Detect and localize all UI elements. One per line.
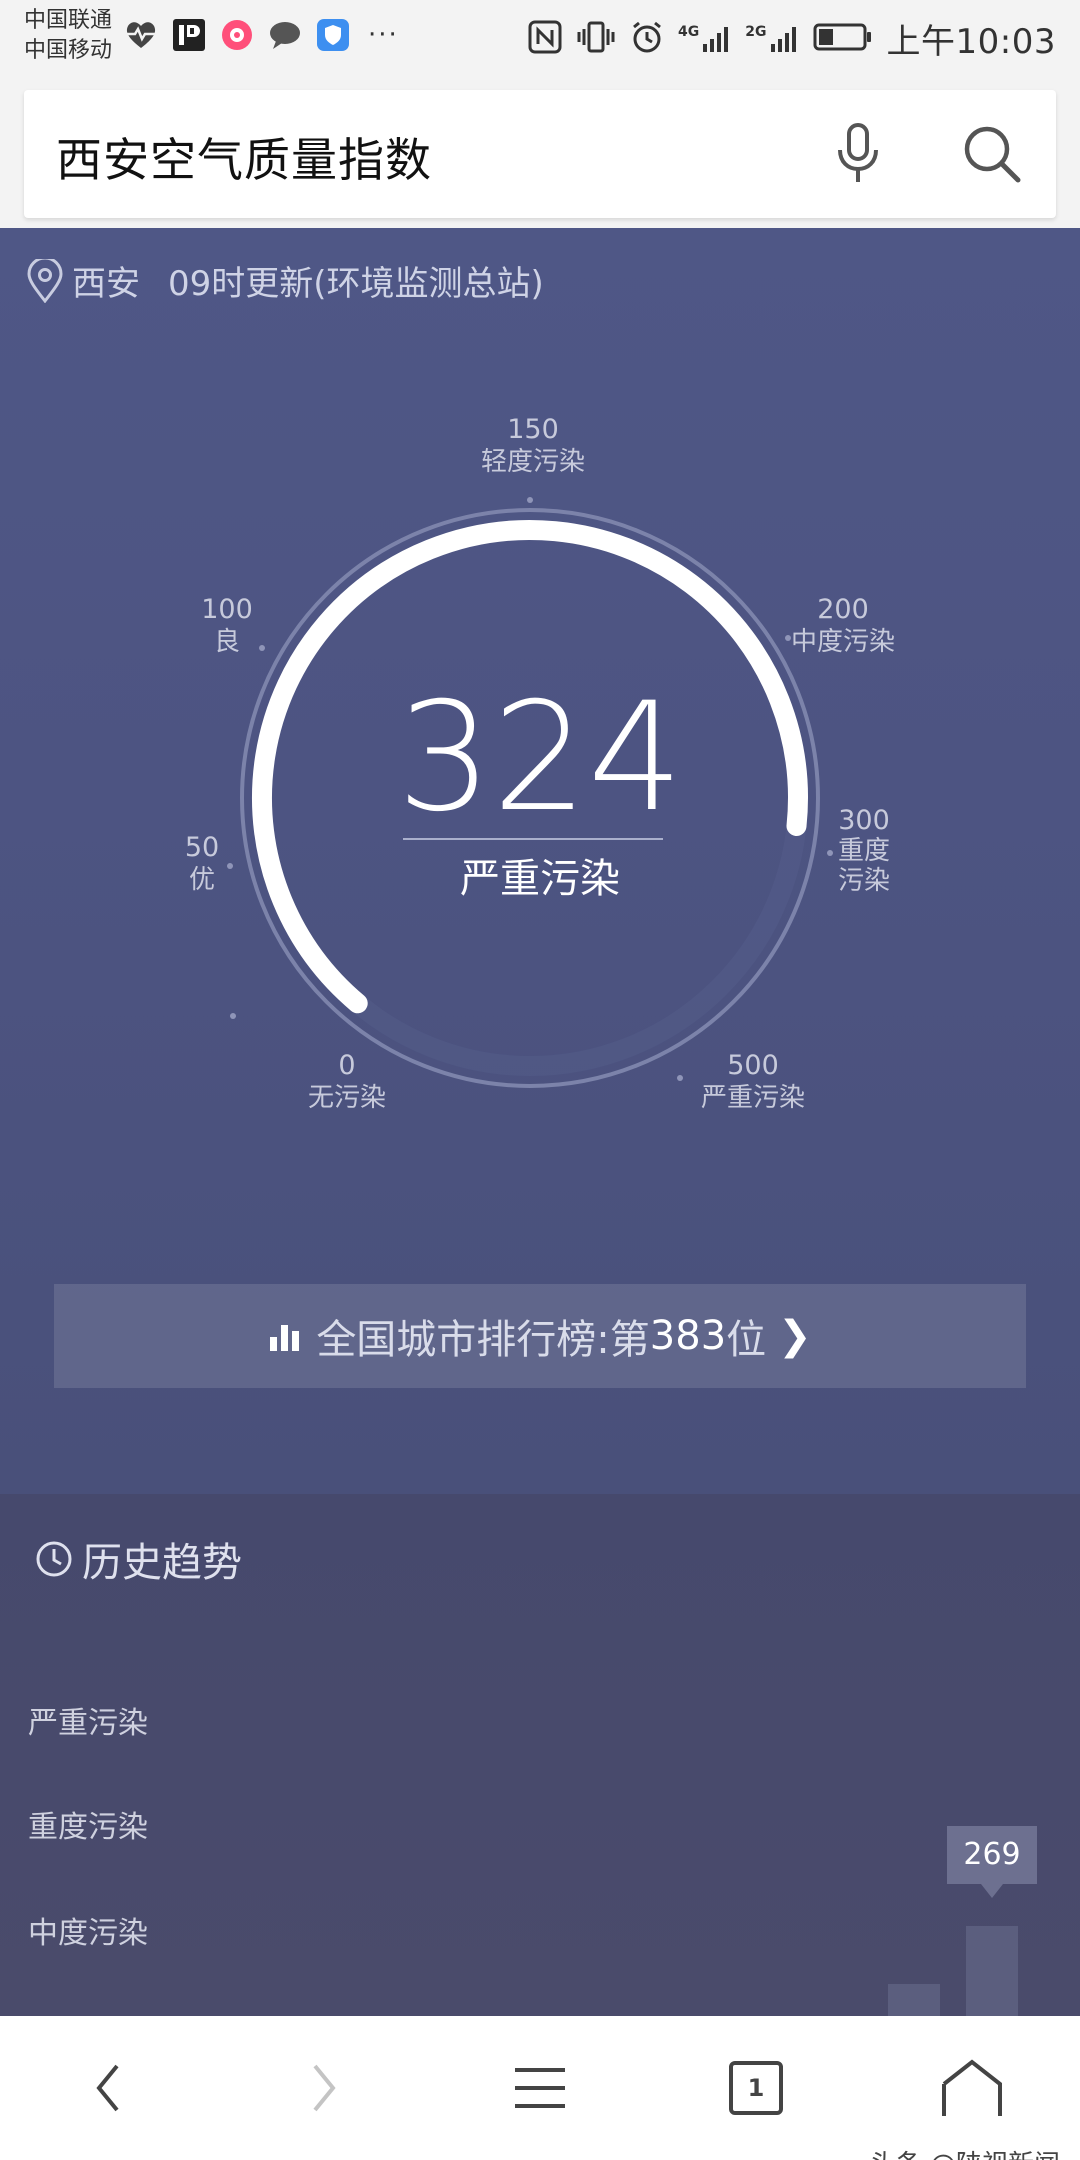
music-app-icon [220,18,254,52]
tabs-count: 1 [747,2074,765,2102]
tick-dot-300 [827,850,833,856]
history-bar-prev[interactable] [888,1984,940,2016]
status-bar: 中国联通 中国移动 ··· 4G 2G 上午10:03 [0,0,1080,76]
tick-label-100: 100 良 [201,594,253,657]
history-value-tooltip: 269 [947,1826,1037,1898]
alarm-icon [630,20,664,58]
tick-dot-0 [230,1013,236,1019]
system-indicators: 4G 2G 上午10:03 [528,14,1056,63]
home-icon [942,2059,1002,2116]
aqi-card: 西安 09时更新(环境监测总站) 0 无污染 50 优 100 良 150 轻度… [0,228,1080,1494]
search-icon [964,126,1021,183]
tick-label-50: 50 优 [184,832,220,895]
vibrate-icon [576,20,616,58]
chevron-right-icon: ❯ [778,1313,812,1359]
nfc-icon [528,20,562,58]
aqi-value-display: 324 [396,671,684,845]
battery-icon [813,22,873,56]
watermark: 头条 @陕视新闻 [870,2144,1060,2160]
clock: 上午10:03 [886,22,1056,62]
carrier-1: 中国联通 [24,8,113,33]
notification-icons: ··· [124,18,399,52]
rank-suffix: 位 [726,1317,767,1363]
aqi-divider [403,838,663,840]
search-input[interactable]: 西安空气质量指数 [56,124,432,190]
tick-label-500: 500 严重污染 [700,1050,805,1113]
signal-2g-icon: 2G [745,24,798,54]
tick-label-300: 300 重度污染 [837,805,890,897]
search-box[interactable]: 西安空气质量指数 [24,90,1056,218]
microphone-icon [838,123,878,182]
update-info: 09时更新(环境监测总站) [168,264,544,304]
history-chart [888,1926,1018,2016]
history-bar-current[interactable] [966,1926,1018,2016]
location-pin-icon [27,258,63,303]
signal-4g-icon: 4G [678,24,731,54]
tabs-button[interactable]: 1 [708,2040,804,2136]
more-notifications: ··· [368,20,399,50]
tick-label-150: 150 轻度污染 [480,414,585,477]
app-p-icon [172,18,206,52]
back-button[interactable] [60,2040,156,2136]
rank-prefix: 全国城市排行榜:第 [316,1317,650,1363]
history-trend-section: 历史趋势 严重污染 重度污染 中度污染 269 [0,1494,1080,2016]
message-icon [268,18,302,52]
chevron-right-icon [313,2064,336,2112]
city-ranking-button[interactable]: 全国城市排行榜:第 383 位 ❯ [54,1284,1026,1388]
browser-nav-bar: 1 头条 @陕视新闻 [0,2016,1080,2160]
heartbeat-icon [124,18,158,52]
shield-icon [316,18,350,52]
search-button[interactable] [956,118,1028,190]
tick-dot-150 [527,497,533,503]
aqi-level: 严重污染 [460,856,620,902]
menu-icon [515,2068,565,2108]
city-name: 西安 [72,264,140,304]
tick-label-0: 0 无污染 [307,1050,386,1113]
forward-button[interactable] [276,2040,372,2136]
carrier-info: 中国联通 中国移动 [24,6,112,66]
tick-dot-500 [677,1075,683,1081]
browser-screen: 中国联通 中国移动 ··· 4G 2G 上午10:03 西安空气质量指数 西安 … [0,0,1080,2160]
search-bar-area: 西安空气质量指数 [0,76,1080,228]
chevron-left-icon [96,2064,119,2112]
tick-label-200: 200 中度污染 [790,594,895,657]
location-row: 西安 09时更新(环境监测总站) [26,256,544,305]
rank-number: 383 [649,1313,727,1359]
tabs-icon: 1 [729,2061,783,2115]
menu-button[interactable] [492,2040,588,2136]
voice-search-button[interactable] [822,118,894,190]
home-button[interactable] [924,2040,1020,2136]
carrier-2: 中国移动 [24,38,113,63]
bar-chart-icon [270,1325,300,1351]
